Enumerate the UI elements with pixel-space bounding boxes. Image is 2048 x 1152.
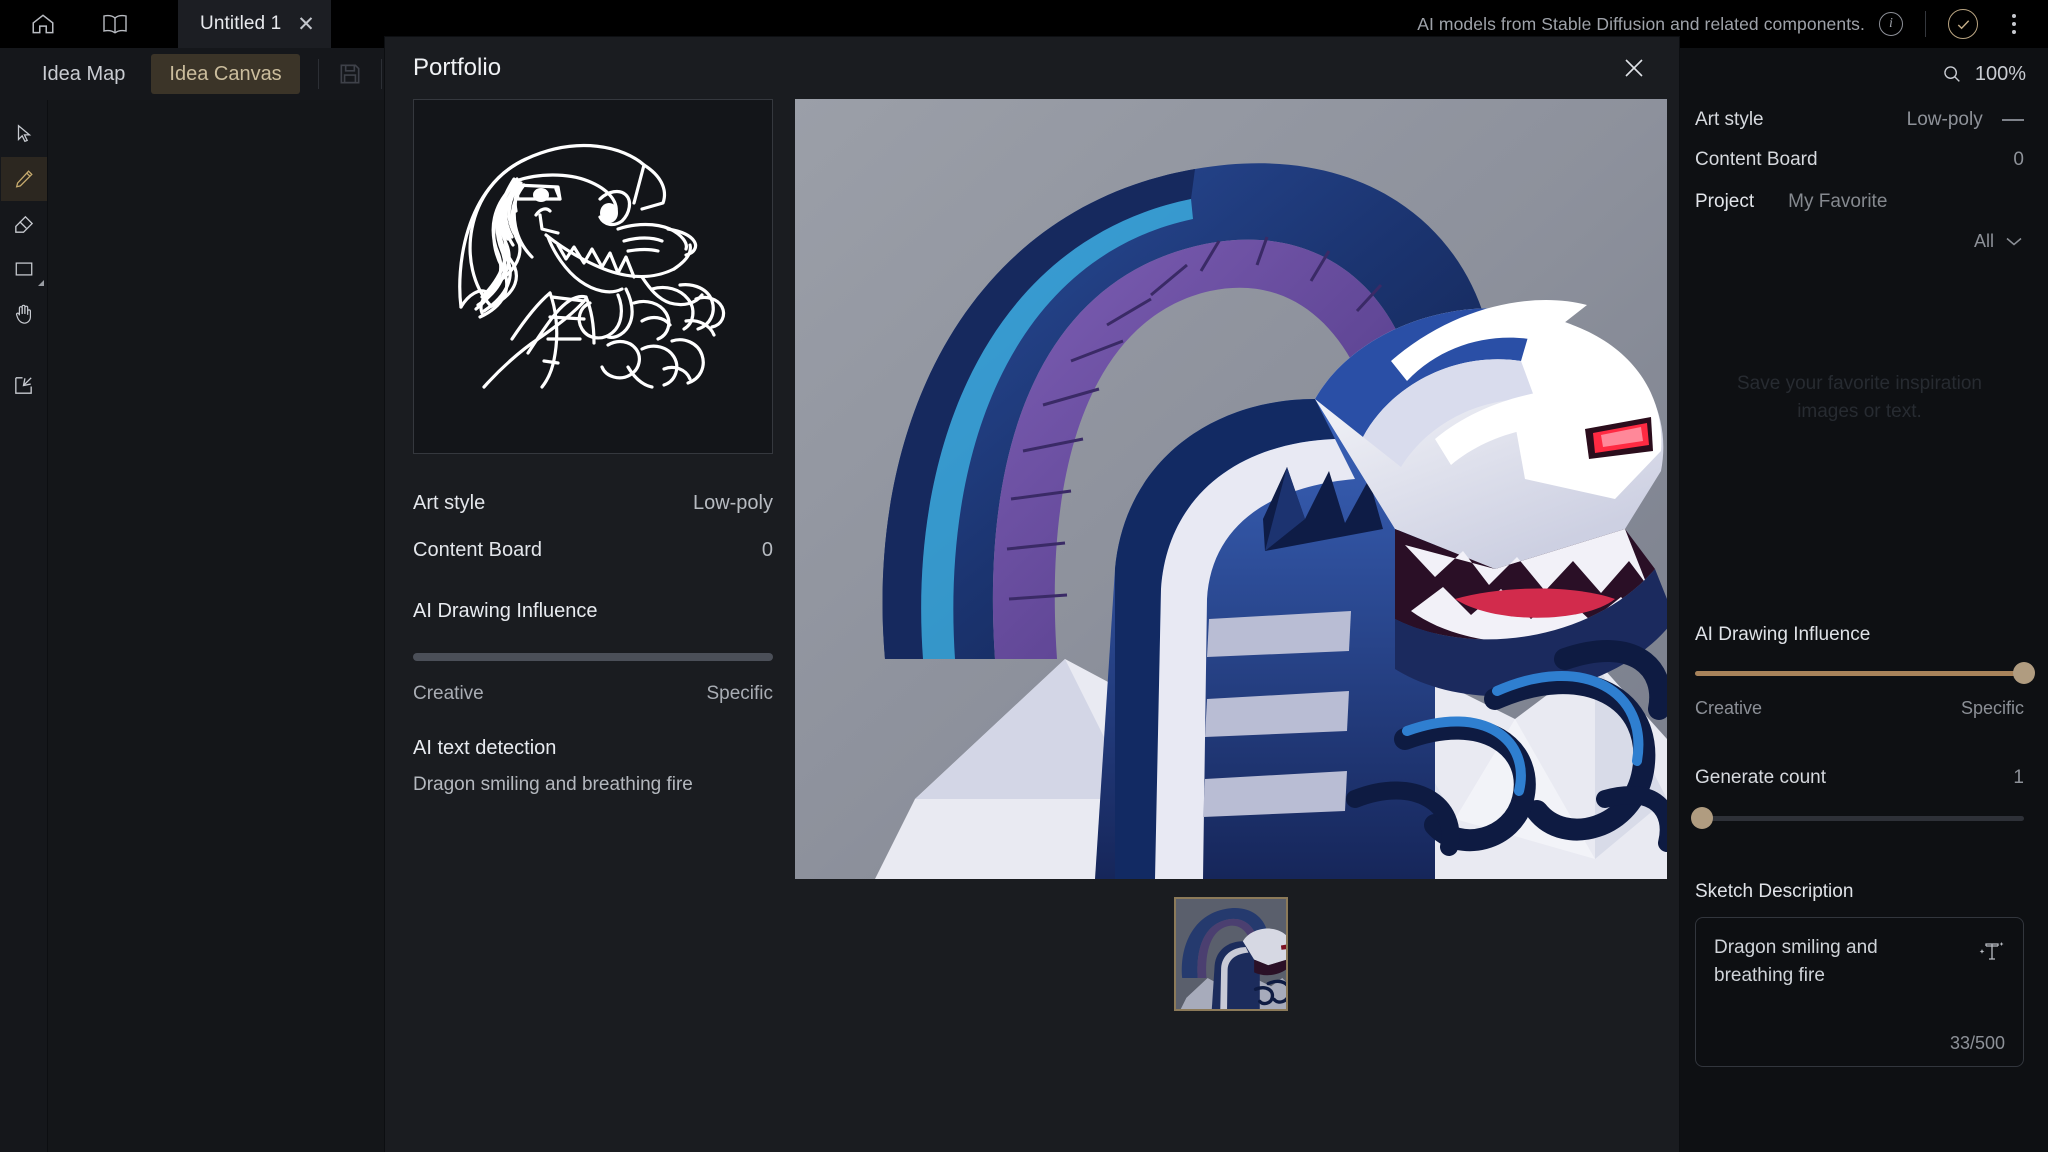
generate-count-label: Generate count <box>1695 767 1826 788</box>
dragon-artwork-icon <box>795 99 1667 879</box>
image-thumbnail-strip <box>795 897 1667 1011</box>
sketch-description-value: Dragon smiling and breathing fire <box>1714 937 1878 986</box>
dialog-right-column <box>795 99 1667 1011</box>
sketch-description-counter: 33/500 <box>1949 1033 2005 1053</box>
influence-label: AI Drawing Influence <box>1695 624 1871 645</box>
sketch-description-label: Sketch Description <box>1695 881 1854 902</box>
portfolio-dialog: Portfolio Art style Low-poly Content Boa… <box>385 37 1679 1152</box>
zoom-control[interactable]: 100% <box>1671 48 2048 100</box>
modal-detection-label: AI text detection <box>413 737 557 759</box>
modal-art-style-label: Art style <box>413 492 486 514</box>
generate-count-slider[interactable] <box>1690 807 2024 829</box>
save-icon[interactable] <box>337 61 363 87</box>
generated-image[interactable] <box>795 99 1667 879</box>
tool-rail <box>0 100 48 1152</box>
modal-content-board-label: Content Board <box>413 539 542 561</box>
close-icon[interactable] <box>1611 45 1657 91</box>
dialog-left-column: Art style Low-poly Content Board 0 AI Dr… <box>413 99 773 1011</box>
modal-influence-bar <box>413 653 773 661</box>
modal-influence-label: AI Drawing Influence <box>413 600 598 622</box>
influence-min-label: Creative <box>1695 698 1763 718</box>
sketch-preview[interactable] <box>413 99 773 454</box>
titlebar-divider <box>1925 11 1926 37</box>
thumbnail-dragon-icon <box>1176 899 1286 1009</box>
dialog-body: Art style Low-poly Content Board 0 AI Dr… <box>385 99 1679 1011</box>
generate-count-value: 1 <box>2013 767 2024 788</box>
art-style-value-wrap: Low-poly <box>1907 109 2024 131</box>
eraser-tool[interactable] <box>1 202 47 246</box>
check-icon[interactable] <box>1948 9 1978 39</box>
dialog-title: Portfolio <box>413 54 502 81</box>
pan-tool[interactable] <box>1 292 47 336</box>
book-icon[interactable] <box>92 1 138 47</box>
art-style-dash-icon <box>2002 119 2024 121</box>
home-icon[interactable] <box>20 1 66 47</box>
art-style-label: Art style <box>1695 109 1764 130</box>
right-panel-content: Art style Low-poly Content Board 0 Proje… <box>1671 100 2048 1067</box>
tab-my-favorite[interactable]: My Favorite <box>1788 191 1887 213</box>
thumbnail-item[interactable] <box>1174 897 1288 1011</box>
document-tab[interactable]: Untitled 1 ✕ <box>178 0 331 48</box>
art-style-value: Low-poly <box>1906 109 1983 130</box>
right-panel: 100% Art style Low-poly Content Board 0 … <box>1670 48 2048 1152</box>
influence-section: AI Drawing Influence Creative Specific <box>1695 624 2035 719</box>
more-vertical-icon[interactable] <box>1992 2 2036 46</box>
content-board-label: Content Board <box>1695 149 1818 170</box>
modal-art-style-row: Art style Low-poly <box>413 492 773 515</box>
influence-slider[interactable] <box>1695 662 2035 684</box>
sketch-description-field[interactable]: Dragon smiling and breathing fire 33/500 <box>1695 917 2024 1067</box>
magic-text-icon[interactable] <box>1977 936 2007 966</box>
tab-title: Untitled 1 <box>200 13 282 34</box>
modebar-divider-left <box>317 59 319 89</box>
content-board-value: 0 <box>2013 149 2024 170</box>
modal-influence-max-label: Specific <box>706 683 773 704</box>
favorites-empty-state: Save your favorite inspiration images or… <box>1736 372 1982 423</box>
generate-count-slider-track <box>1695 815 2024 821</box>
ai-models-note: AI models from Stable Diffusion and rela… <box>1417 13 1865 34</box>
influence-max-label: Specific <box>1960 698 2024 718</box>
modal-influence-labels: Creative Specific <box>413 683 773 705</box>
tab-idea-map[interactable]: Idea Map <box>24 54 143 94</box>
modal-detection-value: Dragon smiling and breathing fire <box>413 774 693 795</box>
art-style-row[interactable]: Art style Low-poly <box>1695 100 2024 140</box>
portfolio-tabs: Project My Favorite <box>1695 180 2024 224</box>
shape-tool[interactable] <box>1 247 47 291</box>
influence-slider-knob[interactable] <box>2013 662 2035 684</box>
modal-content-board-row: Content Board 0 <box>413 539 773 562</box>
generate-count-section: Generate count 1 <box>1690 761 2024 829</box>
influence-slider-labels: Creative Specific <box>1695 698 2024 719</box>
export-tool[interactable] <box>1 363 47 407</box>
tab-project[interactable]: Project <box>1695 191 1754 213</box>
generate-count-row: Generate count 1 <box>1695 761 2024 795</box>
chevron-down-icon[interactable] <box>2004 235 2024 248</box>
filter-value: All <box>1973 230 1994 251</box>
tab-idea-canvas[interactable]: Idea Canvas <box>151 54 300 94</box>
zoom-level: 100% <box>1974 62 2026 85</box>
modal-influence-min-label: Creative <box>413 683 484 704</box>
app-window: Untitled 1 ✕ AI models from Stable Diffu… <box>0 0 2048 1152</box>
dragon-sketch-icon <box>458 143 726 389</box>
info-icon[interactable]: i <box>1879 12 1903 36</box>
select-tool[interactable] <box>1 112 47 156</box>
pencil-tool[interactable] <box>0 157 47 201</box>
tab-close-icon[interactable]: ✕ <box>297 14 315 35</box>
search-icon[interactable] <box>1941 63 1963 85</box>
influence-slider-fill <box>1695 670 2024 676</box>
dialog-header: Portfolio <box>385 37 1679 99</box>
content-board-row[interactable]: Content Board 0 <box>1695 140 2024 180</box>
modebar-divider-right <box>380 59 382 89</box>
filter-dropdown[interactable]: All <box>1695 224 2024 258</box>
modal-art-style-value: Low-poly <box>692 492 773 514</box>
shape-expand-indicator[interactable] <box>37 280 44 286</box>
generate-count-slider-knob[interactable] <box>1690 807 1713 829</box>
modal-content-board-value: 0 <box>761 539 773 561</box>
sketch-description-section: Sketch Description Dragon smiling and br… <box>1695 881 2024 1067</box>
